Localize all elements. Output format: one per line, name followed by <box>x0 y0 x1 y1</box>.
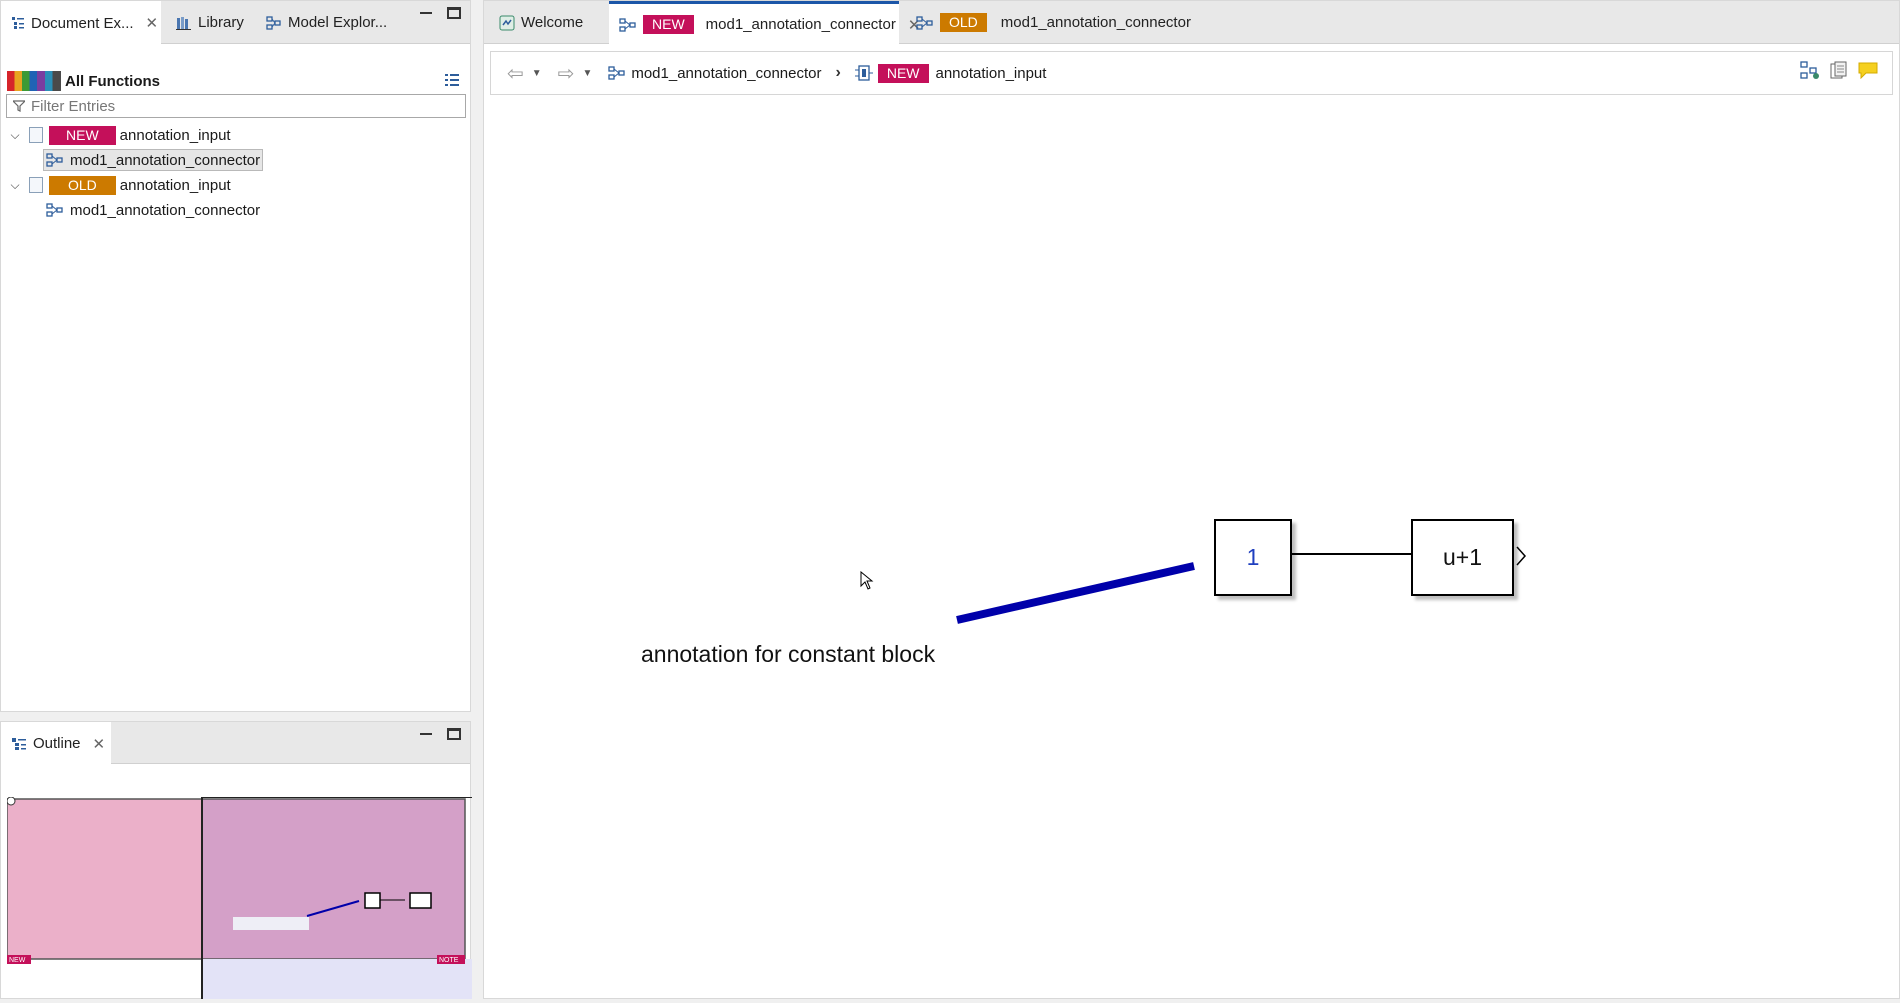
model-icon <box>608 66 626 80</box>
list-view-icon[interactable] <box>445 73 459 87</box>
selected-item[interactable]: mod1_annotation_connector <box>43 149 264 171</box>
model-icon <box>916 15 934 30</box>
document-explorer-panel: Document Ex... ✕ Library Model Explor...… <box>0 0 471 712</box>
chevron-down-icon[interactable]: ⌵ <box>7 178 23 193</box>
tree-node-label: annotation_input <box>119 126 231 144</box>
tab-model-explorer[interactable]: Model Explor... <box>256 1 397 44</box>
outline-icon <box>11 737 27 751</box>
tab-library[interactable]: Library <box>166 1 254 44</box>
model-icon <box>46 152 64 168</box>
library-icon <box>176 16 192 30</box>
tree-node-old[interactable]: ⌵ OLD annotation_input <box>7 174 231 196</box>
breadcrumb-item-model[interactable]: mod1_annotation_connector <box>608 64 822 82</box>
model-icon <box>619 17 637 32</box>
function-block[interactable]: u+1 <box>1411 519 1514 596</box>
editor-tabbar: Welcome NEW mod1_annotation_connector ✕ … <box>484 1 1899 45</box>
filter-input[interactable]: Filter Entries <box>6 94 466 118</box>
forward-arrow-icon[interactable]: ⇨ <box>558 61 575 86</box>
tab-old-mod1[interactable]: OLD mod1_annotation_connector <box>906 1 1201 44</box>
function-label: u+1 <box>1442 544 1482 570</box>
document-explorer-icon <box>11 16 25 30</box>
chevron-right-icon: › <box>835 64 841 81</box>
old-tag: OLD <box>49 175 116 195</box>
tree-child-old[interactable]: mod1_annotation_connector <box>46 199 260 221</box>
document-copy-icon[interactable] <box>1830 61 1848 79</box>
tab-welcome[interactable]: Welcome <box>489 1 593 44</box>
tab-document-explorer-label: Document Ex... <box>31 14 134 32</box>
left-tabbar: Document Ex... ✕ Library Model Explor... <box>1 1 470 45</box>
close-icon[interactable]: ✕ <box>93 735 106 753</box>
tab-outline[interactable]: Outline ✕ <box>1 722 111 765</box>
minimize-button[interactable] <box>419 7 433 19</box>
filter-icon <box>13 100 25 112</box>
tab-model-explorer-label: Model Explor... <box>288 14 388 31</box>
outline-handle-icon[interactable] <box>6 796 16 806</box>
constant-value: 1 <box>1246 544 1260 570</box>
maximize-button[interactable] <box>447 728 461 740</box>
tab-document-explorer[interactable]: Document Ex... ✕ <box>1 1 161 45</box>
outline-new-label: NEW <box>9 957 26 964</box>
mouse-cursor-icon <box>860 571 874 591</box>
tree-child-label: mod1_annotation_connector <box>70 201 261 219</box>
diagram-canvas[interactable]: 1 u+1 annotation for constant block <box>484 96 1899 998</box>
outline-lower-region <box>202 959 472 999</box>
filter-placeholder: Filter Entries <box>31 97 116 115</box>
outline-right-region <box>201 798 466 960</box>
editor-toolbar <box>1800 61 1878 79</box>
tab-label: mod1_annotation_connector <box>1000 14 1191 31</box>
breadcrumb-label: annotation_input <box>935 64 1047 82</box>
tab-label: mod1_annotation_connector <box>705 16 896 33</box>
all-functions-header: All Functions <box>7 71 160 91</box>
breadcrumb-item-input[interactable]: NEW annotation_input <box>854 63 1047 83</box>
new-tag: NEW <box>877 63 929 83</box>
close-icon[interactable]: ✕ <box>146 14 159 32</box>
new-tag: NEW <box>643 15 694 34</box>
document-icon <box>29 177 43 193</box>
minimize-button[interactable] <box>419 728 433 740</box>
maximize-button[interactable] <box>447 7 461 19</box>
back-dropdown-icon[interactable]: ▼ <box>532 68 542 79</box>
tab-new-mod1[interactable]: NEW mod1_annotation_connector ✕ <box>609 1 920 45</box>
annotation-note-icon[interactable] <box>1858 61 1878 79</box>
tree-node-label: annotation_input <box>119 176 231 194</box>
tab-library-label: Library <box>198 14 244 31</box>
old-tag: OLD <box>940 13 987 32</box>
outline-left-region <box>6 798 203 960</box>
tab-welcome-label: Welcome <box>521 14 584 31</box>
tab-outline-label: Outline <box>33 735 81 752</box>
function-block-icon <box>854 65 873 81</box>
model-explorer-icon <box>266 15 282 30</box>
welcome-icon <box>499 15 515 31</box>
outline-tabbar: Outline ✕ <box>1 722 470 765</box>
outline-overview[interactable]: NEW NOTE <box>6 796 472 999</box>
new-tag: NEW <box>49 125 116 145</box>
outline-constant-mini <box>364 892 381 909</box>
all-functions-title: All Functions <box>65 72 160 90</box>
outline-panel: Outline ✕ NEW NOTE <box>0 721 472 999</box>
model-settings-icon[interactable] <box>1800 61 1820 79</box>
annotation-text[interactable]: annotation for constant block <box>641 641 935 668</box>
back-arrow-icon[interactable]: ⇦ <box>507 61 524 86</box>
tree-child-label: mod1_annotation_connector <box>70 151 261 169</box>
functions-colorbar-icon <box>7 71 61 91</box>
outline-annotation-mini <box>233 917 309 930</box>
output-port-icon[interactable] <box>1516 546 1527 566</box>
forward-dropdown-icon[interactable]: ▼ <box>582 68 592 79</box>
tree-node-new[interactable]: ⌵ NEW annotation_input <box>7 124 231 146</box>
document-icon <box>29 127 43 143</box>
breadcrumb-label: mod1_annotation_connector <box>631 64 822 82</box>
tree-child-new[interactable]: mod1_annotation_connector <box>43 149 264 171</box>
diagram-editor: Welcome NEW mod1_annotation_connector ✕ … <box>483 0 1900 999</box>
chevron-down-icon[interactable]: ⌵ <box>7 128 23 143</box>
outline-function-mini <box>409 892 432 909</box>
outline-note-label: NOTE <box>439 957 459 964</box>
annotation-connector-line[interactable] <box>956 562 1195 624</box>
model-icon <box>46 202 64 218</box>
breadcrumb: ⇦ ▼ ⇨ ▼ mod1_annotation_connector › NEW … <box>490 51 1893 95</box>
constant-block[interactable]: 1 <box>1214 519 1292 596</box>
